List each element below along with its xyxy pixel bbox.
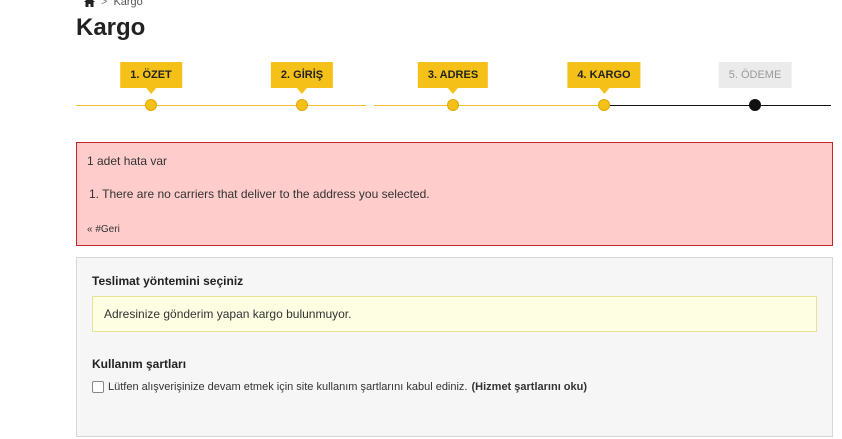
step-label: 1. ÖZET (120, 62, 182, 88)
breadcrumb-current: Kargo (113, 0, 143, 8)
breadcrumb-separator: > (101, 0, 108, 8)
step-label: 2. GİRİŞ (270, 62, 334, 88)
breadcrumb: > Kargo (84, 0, 143, 8)
step-dot (749, 99, 761, 111)
delivery-panel: Teslimat yöntemini seçiniz Adresinize gö… (76, 257, 833, 437)
step-label: 5. ÖDEME (718, 62, 792, 88)
step-shipping[interactable]: 4. KARGO (534, 60, 674, 116)
step-address[interactable]: 3. ADRES (383, 60, 523, 116)
step-dot (145, 99, 157, 111)
home-icon[interactable] (84, 0, 95, 7)
error-item: 1. There are no carriers that deliver to… (89, 187, 430, 201)
page-title: Kargo (76, 14, 146, 41)
back-link[interactable]: « #Geri (87, 224, 120, 235)
terms-row: Lütfen alışverişinize devam etmek için s… (92, 381, 817, 393)
error-alert: 1 adet hata var 1. There are no carriers… (76, 142, 833, 246)
step-summary[interactable]: 1. ÖZET (81, 60, 221, 116)
terms-checkbox-label[interactable]: Lütfen alışverişinize devam etmek için s… (108, 381, 468, 393)
terms-section-title: Kullanım şartları (92, 357, 187, 371)
step-payment: 5. ÖDEME (685, 60, 825, 116)
step-label: 4. KARGO (567, 62, 641, 88)
step-login[interactable]: 2. GİRİŞ (232, 60, 372, 116)
step-label: 3. ADRES (417, 62, 489, 88)
terms-link[interactable]: (Hizmet şartlarını oku) (472, 381, 588, 393)
step-dot (296, 99, 308, 111)
delivery-section-title: Teslimat yöntemini seçiniz (92, 274, 244, 288)
step-dot (598, 99, 610, 111)
no-carrier-warning: Adresinize gönderim yapan kargo bulunmuy… (92, 296, 817, 332)
terms-checkbox[interactable] (92, 381, 104, 393)
error-title: 1 adet hata var (87, 154, 168, 168)
checkout-steps: 1. ÖZET 2. GİRİŞ 3. ADRES 4. KARGO 5. ÖD… (76, 60, 831, 116)
step-dot (447, 99, 459, 111)
